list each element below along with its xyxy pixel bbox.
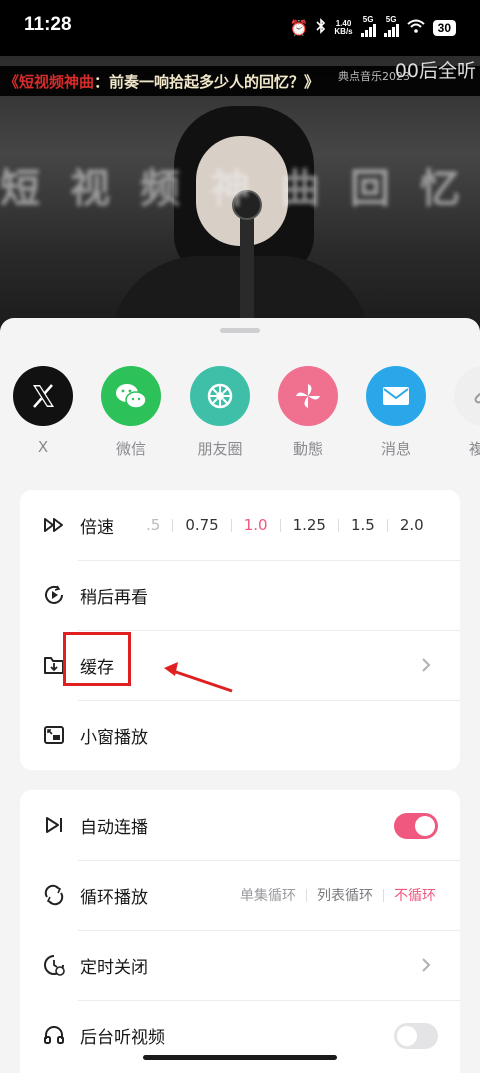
signal-icon-2 xyxy=(383,24,399,37)
loop-option-list[interactable]: 列表循环 xyxy=(307,885,383,905)
speed-option-0.75[interactable]: 0.75 xyxy=(173,516,230,534)
background-listen-toggle[interactable] xyxy=(394,1023,438,1049)
loop-option-none[interactable]: 不循环 xyxy=(384,885,436,905)
share-item-dynamic[interactable]: 動態 xyxy=(273,366,343,459)
share-item-message[interactable]: 消息 xyxy=(361,366,431,459)
share-label-wechat: 微信 xyxy=(115,440,146,458)
network-label-2: 5G xyxy=(385,15,397,24)
timer-label: 定时关闭 xyxy=(80,957,148,978)
loop-label: 循环播放 xyxy=(80,887,148,908)
loop-options[interactable]: 单集循环 列表循环 不循环 xyxy=(230,860,436,930)
status-icons: ⏰ 1.40 KB/s 5G 5G 30 xyxy=(290,16,456,39)
wifi-icon xyxy=(406,19,425,37)
picture-in-picture-icon xyxy=(42,723,66,747)
headphones-icon xyxy=(42,1023,66,1047)
x-logo-icon xyxy=(13,366,73,426)
more-options-sheet: X 微信 朋友圈 動態 消息 複 倍速 .5 0.75 1.0 1.25 1.5… xyxy=(0,318,480,1073)
share-item-copy[interactable]: 複制 xyxy=(449,366,480,459)
alarm-icon: ⏰ xyxy=(289,19,309,37)
video-title: 《短视频神曲：前奏一响拾起多少人的回忆？》 xyxy=(4,71,319,92)
video-title-highlight: 《短视频神曲 xyxy=(4,73,95,91)
video-blurred-caption: 短视频神曲回忆杀 xyxy=(0,166,480,212)
net-speed: 1.40 KB/s xyxy=(334,19,353,36)
bluetooth-icon xyxy=(316,17,326,38)
status-time: 11:28 xyxy=(24,14,72,35)
share-item-x[interactable]: X xyxy=(8,366,78,456)
speed-label: 倍速 xyxy=(80,517,114,538)
share-label-message: 消息 xyxy=(380,440,411,458)
watch-later-label: 稍后再看 xyxy=(80,587,148,608)
share-item-wechat[interactable]: 微信 xyxy=(96,366,166,459)
speed-option-1.0[interactable]: 1.0 xyxy=(232,516,280,534)
link-icon xyxy=(454,366,480,426)
share-label-copy: 複制 xyxy=(468,440,480,458)
video-frame-mic-stand xyxy=(240,216,254,326)
speed-options[interactable]: .5 0.75 1.0 1.25 1.5 2.0 xyxy=(140,490,436,560)
speed-option-2.0[interactable]: 2.0 xyxy=(388,516,436,534)
speed-option-1.5[interactable]: 1.5 xyxy=(339,516,387,534)
status-bar: 11:28 ⏰ 1.40 KB/s 5G 5G 30 xyxy=(0,0,480,56)
play-later-icon xyxy=(42,583,66,607)
background-listen-label: 后台听视频 xyxy=(80,1027,165,1048)
autoplay-label: 自动连播 xyxy=(80,817,148,838)
playback-options-card: 倍速 .5 0.75 1.0 1.25 1.5 2.0 稍后再看 缓存 小窗播放 xyxy=(20,490,460,770)
home-indicator[interactable] xyxy=(143,1055,337,1060)
video-player[interactable]: 短视频神曲回忆杀 《短视频神曲：前奏一响拾起多少人的回忆？》 典点音乐2023 … xyxy=(0,56,480,336)
fast-forward-icon xyxy=(42,513,66,537)
speed-option-1.25[interactable]: 1.25 xyxy=(281,516,338,534)
loop-icon xyxy=(42,883,66,907)
continuous-play-card: 自动连播 循环播放 单集循环 列表循环 不循环 定时关闭 后台听视频 xyxy=(20,790,460,1073)
timer-icon xyxy=(42,953,66,977)
toggle-knob xyxy=(397,1026,417,1046)
pinwheel-icon xyxy=(278,366,338,426)
video-title-rest: ：前奏一响拾起多少人的回忆？》 xyxy=(94,73,320,91)
speed-option-0.5[interactable]: .5 xyxy=(140,516,172,534)
annotation-highlight-box xyxy=(63,632,131,686)
toggle-knob xyxy=(415,816,435,836)
timer-row[interactable]: 定时关闭 xyxy=(20,930,460,1000)
loop-option-single[interactable]: 单集循环 xyxy=(230,885,306,905)
annotation-arrow-icon xyxy=(164,662,233,693)
net-speed-unit: KB/s xyxy=(334,26,353,36)
video-watermark: 00后全听 xyxy=(394,60,476,82)
sheet-drag-handle[interactable] xyxy=(220,328,260,333)
watch-later-row[interactable]: 稍后再看 xyxy=(20,560,460,630)
autoplay-row: 自动连播 xyxy=(20,790,460,860)
skip-next-icon xyxy=(42,813,66,837)
share-label-moments: 朋友圈 xyxy=(197,440,243,458)
speed-row: 倍速 .5 0.75 1.0 1.25 1.5 2.0 xyxy=(20,490,460,560)
mail-icon xyxy=(366,366,426,426)
share-row[interactable]: X 微信 朋友圈 動態 消息 複 xyxy=(0,366,480,466)
chevron-right-icon xyxy=(422,658,431,672)
autoplay-toggle[interactable] xyxy=(394,813,438,839)
wechat-icon xyxy=(101,366,161,426)
chevron-right-icon xyxy=(422,958,431,972)
mini-window-label: 小窗播放 xyxy=(80,727,148,748)
signal-group-2: 5G xyxy=(383,15,399,39)
signal-icon xyxy=(360,24,376,37)
share-item-moments[interactable]: 朋友圈 xyxy=(185,366,255,459)
share-label-x: X xyxy=(37,438,49,456)
battery-indicator: 30 xyxy=(432,19,456,36)
share-label-dynamic: 動態 xyxy=(292,440,323,458)
signal-group-1: 5G xyxy=(360,15,376,39)
moments-icon xyxy=(190,366,250,426)
loop-row: 循环播放 单集循环 列表循环 不循环 xyxy=(20,860,460,930)
network-label-1: 5G xyxy=(362,15,374,24)
mini-window-row[interactable]: 小窗播放 xyxy=(20,700,460,770)
